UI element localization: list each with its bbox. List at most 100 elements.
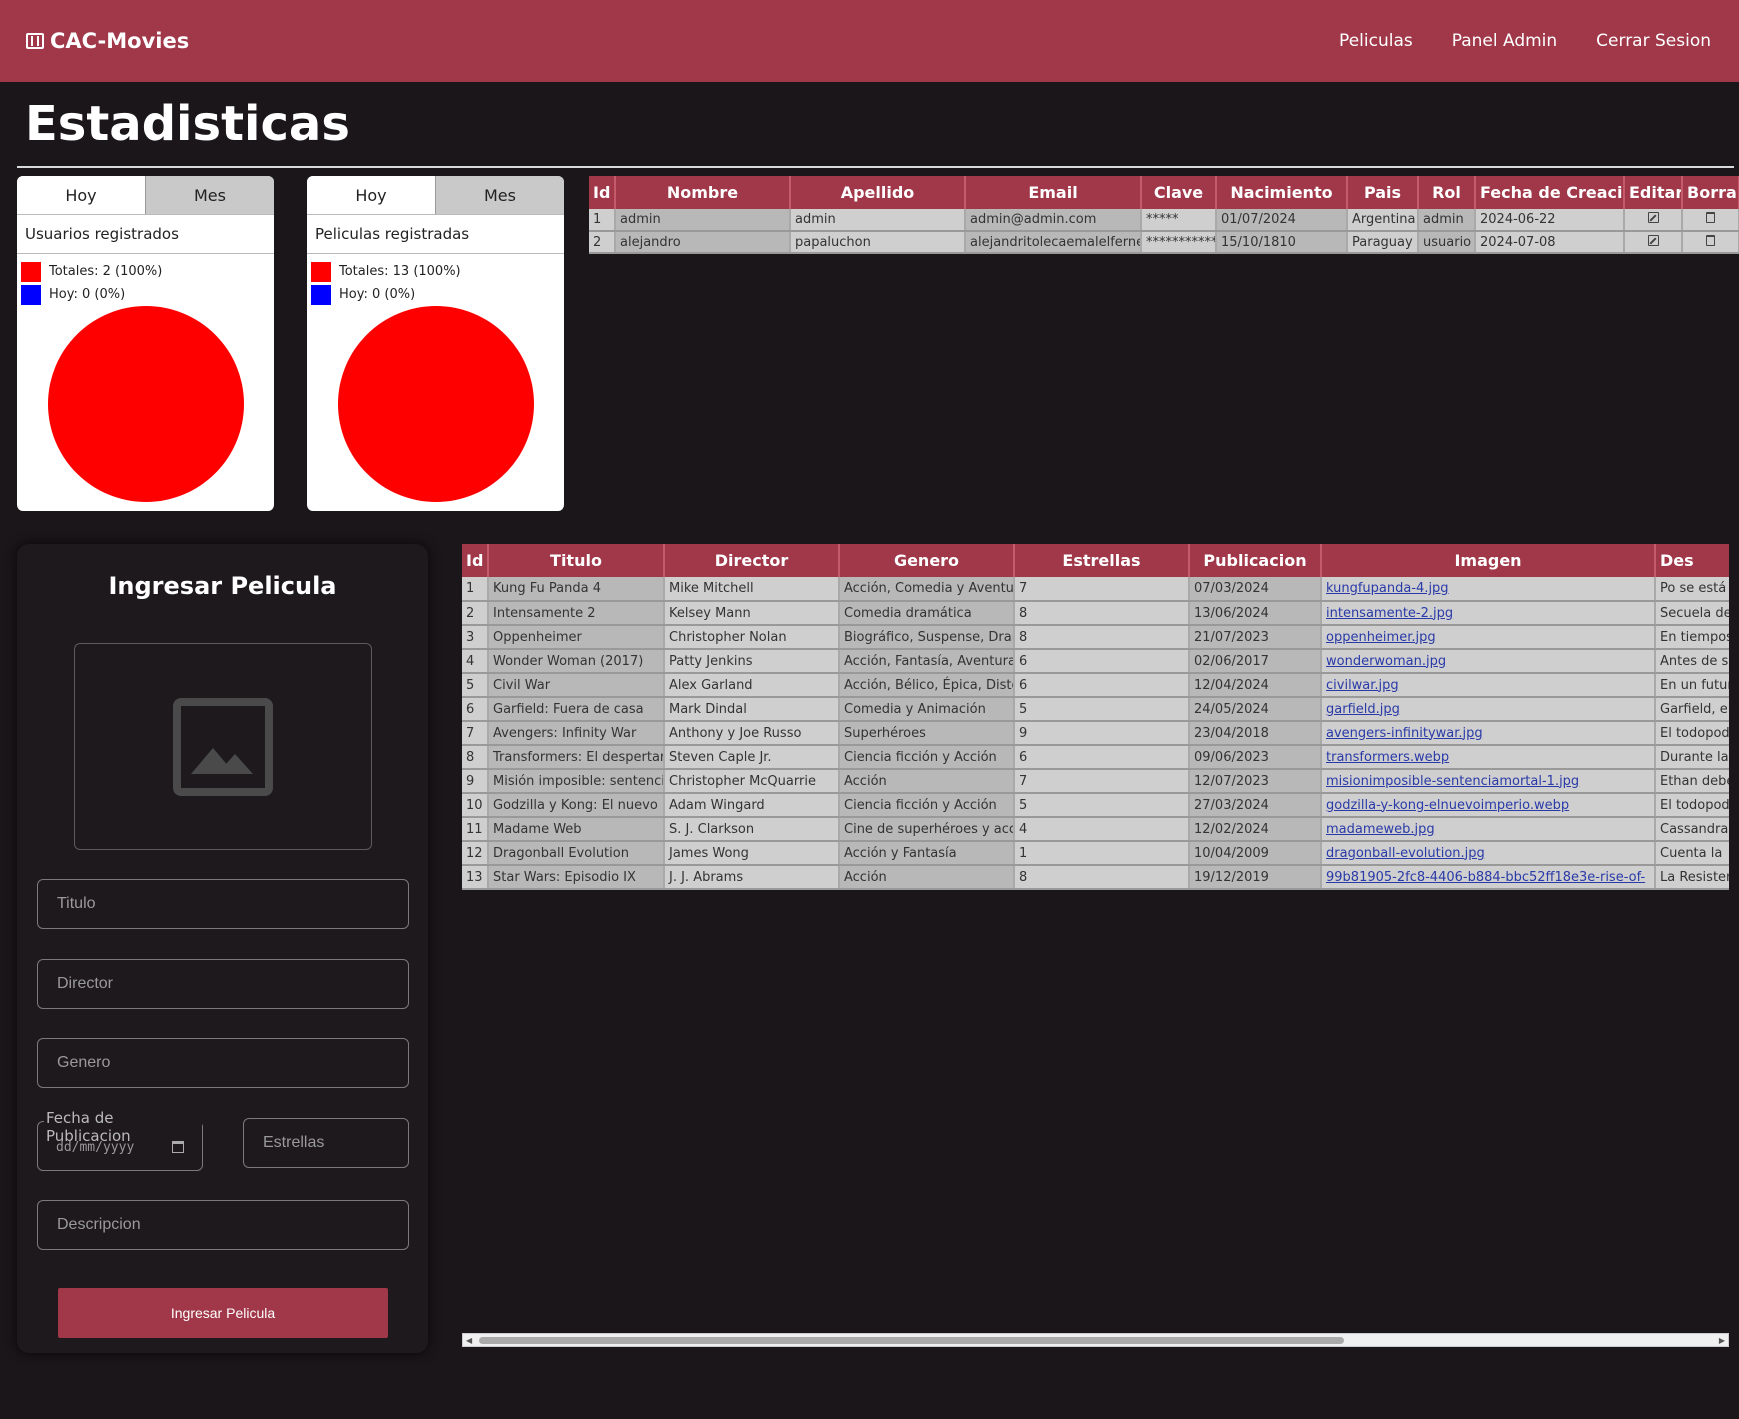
ingresar-pelicula-button[interactable]: Ingresar Pelicula bbox=[58, 1288, 388, 1338]
horizontal-scrollbar[interactable]: ◀ ▶ bbox=[462, 1333, 1729, 1347]
image-link[interactable]: garfield.jpg bbox=[1326, 702, 1400, 717]
image-cell: wonderwoman.jpg bbox=[1321, 649, 1656, 674]
table-cell: Civil War bbox=[488, 673, 665, 698]
col-header: Nombre bbox=[615, 176, 791, 209]
col-header: Titulo bbox=[488, 544, 665, 577]
image-link[interactable]: madameweb.jpg bbox=[1326, 822, 1435, 837]
legend-item-totales: Totales: 2 (100%) bbox=[21, 260, 270, 283]
pie-legend: Totales: 13 (100%) Hoy: 0 (0%) bbox=[307, 254, 564, 306]
nav-link-cerrar-sesion[interactable]: Cerrar Sesion bbox=[1596, 31, 1711, 51]
stat-tabs: Hoy Mes bbox=[307, 176, 564, 215]
image-link[interactable]: intensamente-2.jpg bbox=[1326, 606, 1453, 621]
table-cell: Comedia dramática bbox=[839, 601, 1015, 626]
scroll-right-icon[interactable]: ▶ bbox=[1719, 1336, 1725, 1345]
users-table: Id Nombre Apellido Email Clave Nacimient… bbox=[589, 176, 1739, 254]
table-cell: 4 bbox=[1014, 817, 1190, 842]
table-cell: Acción, Comedia y Aventura bbox=[839, 577, 1015, 602]
col-header: Editar bbox=[1624, 176, 1683, 209]
estrellas-input[interactable] bbox=[243, 1118, 409, 1168]
table-cell: Intensamente 2 bbox=[488, 601, 665, 626]
col-header: Apellido bbox=[790, 176, 966, 209]
col-header: Clave bbox=[1141, 176, 1217, 209]
image-link[interactable]: misionimposible-sentenciamortal-1.jpg bbox=[1326, 774, 1579, 789]
tab-mes[interactable]: Mes bbox=[145, 176, 274, 214]
image-link[interactable]: dragonball-evolution.jpg bbox=[1326, 846, 1485, 861]
image-upload-box[interactable] bbox=[74, 643, 372, 850]
table-cell: 2 bbox=[589, 231, 616, 254]
table-cell: 13 bbox=[462, 865, 489, 890]
image-link[interactable]: godzilla-y-kong-elnuevoimperio.webp bbox=[1326, 798, 1569, 813]
table-cell: Ciencia ficción y Acción bbox=[839, 793, 1015, 818]
table-cell: admin@admin.com bbox=[965, 209, 1142, 232]
tab-hoy[interactable]: Hoy bbox=[17, 176, 145, 214]
table-cell: En un futur bbox=[1655, 673, 1729, 698]
table-cell: ***** bbox=[1141, 209, 1217, 232]
trash-icon[interactable] bbox=[1706, 234, 1715, 246]
col-header: Des bbox=[1655, 544, 1729, 577]
table-cell: 5 bbox=[1014, 697, 1190, 722]
trash-icon[interactable] bbox=[1706, 212, 1715, 223]
director-input[interactable] bbox=[37, 959, 409, 1009]
brand[interactable]: CAC-Movies bbox=[26, 29, 189, 53]
descripcion-input[interactable] bbox=[37, 1200, 409, 1250]
calendar-icon[interactable] bbox=[172, 1141, 184, 1153]
brand-label: CAC-Movies bbox=[50, 29, 190, 53]
table-cell: 27/03/2024 bbox=[1189, 793, 1322, 818]
image-link[interactable]: kungfupanda-4.jpg bbox=[1326, 581, 1449, 596]
image-link[interactable]: civilwar.jpg bbox=[1326, 678, 1399, 693]
table-cell: 13/06/2024 bbox=[1189, 601, 1322, 626]
image-link[interactable]: wonderwoman.jpg bbox=[1326, 654, 1446, 669]
image-link[interactable]: transformers.webp bbox=[1326, 750, 1449, 765]
table-cell: 8 bbox=[1014, 601, 1190, 626]
table-cell: Acción y Fantasía bbox=[839, 841, 1015, 866]
table-cell: 21/07/2023 bbox=[1189, 625, 1322, 650]
table-cell: Star Wars: Episodio IX bbox=[488, 865, 665, 890]
table-row: 5 Civil War Alex Garland Acción, Bélico, Ép… bbox=[462, 673, 1729, 698]
movies-stat-card: Hoy Mes Peliculas registradas Totales: 1… bbox=[307, 176, 564, 511]
table-cell: Cine de superhéroes y acción bbox=[839, 817, 1015, 842]
table-cell: 6 bbox=[1014, 649, 1190, 674]
table-row: 10Godzilla y Kong: El nuevo imperioAdam … bbox=[462, 793, 1729, 818]
image-cell: dragonball-evolution.jpg bbox=[1321, 841, 1656, 866]
titulo-input[interactable] bbox=[37, 879, 409, 929]
nav-link-panel-admin[interactable]: Panel Admin bbox=[1452, 31, 1557, 51]
tab-hoy[interactable]: Hoy bbox=[307, 176, 435, 214]
scroll-thumb[interactable] bbox=[479, 1337, 1344, 1344]
tab-mes[interactable]: Mes bbox=[435, 176, 564, 214]
table-cell: Wonder Woman (2017) bbox=[488, 649, 665, 674]
image-link[interactable]: avengers-infinitywar.jpg bbox=[1326, 726, 1483, 741]
genero-input[interactable] bbox=[37, 1038, 409, 1088]
legend-swatch-red bbox=[311, 261, 331, 282]
scroll-left-icon[interactable]: ◀ bbox=[466, 1336, 472, 1345]
table-cell: Cuenta la bbox=[1655, 841, 1729, 866]
pie-legend: Totales: 2 (100%) Hoy: 0 (0%) bbox=[17, 254, 274, 306]
table-cell: Kelsey Mann bbox=[664, 601, 840, 626]
table-row: 7 Avengers: Infinity War Anthony y Joe Rus… bbox=[462, 721, 1729, 746]
edit-icon[interactable] bbox=[1647, 212, 1659, 223]
table-cell: Patty Jenkins bbox=[664, 649, 840, 674]
table-cell: Po se está bbox=[1655, 577, 1729, 602]
image-link[interactable]: 99b81905-2fc8-4406-b884-bbc52ff18e3e-ris… bbox=[1326, 870, 1645, 885]
table-cell: 8 bbox=[1014, 865, 1190, 890]
page-title: Estadisticas bbox=[25, 96, 350, 152]
table-cell: Acción, Bélico, Épica, Distopía bbox=[839, 673, 1015, 698]
table-cell: Cassandra bbox=[1655, 817, 1729, 842]
form-title: Ingresar Pelicula bbox=[108, 572, 337, 600]
image-link[interactable]: oppenheimer.jpg bbox=[1326, 630, 1436, 645]
table-cell: Christopher Nolan bbox=[664, 625, 840, 650]
table-cell: 2 bbox=[462, 601, 489, 626]
col-header: Borrar bbox=[1682, 176, 1739, 209]
edit-icon[interactable] bbox=[1647, 234, 1659, 246]
table-row: 12 Dragonball Evolution James Wong Acción y… bbox=[462, 841, 1729, 866]
table-cell: Dragonball Evolution bbox=[488, 841, 665, 866]
table-cell: 10/04/2009 bbox=[1189, 841, 1322, 866]
table-cell: 6 bbox=[1014, 673, 1190, 698]
table-cell: Durante la bbox=[1655, 745, 1729, 770]
delete-cell bbox=[1682, 231, 1739, 254]
nav-link-peliculas[interactable]: Peliculas bbox=[1339, 31, 1413, 51]
table-cell: S. J. Clarkson bbox=[664, 817, 840, 842]
film-icon bbox=[26, 33, 44, 49]
fecha-publicacion-input[interactable]: Fecha de Publicacion dd/mm/yyyy bbox=[37, 1109, 203, 1171]
legend-swatch-blue bbox=[21, 284, 41, 305]
table-row: 2 Intensamente 2 Kelsey Mann Comedia dramát… bbox=[462, 601, 1729, 626]
